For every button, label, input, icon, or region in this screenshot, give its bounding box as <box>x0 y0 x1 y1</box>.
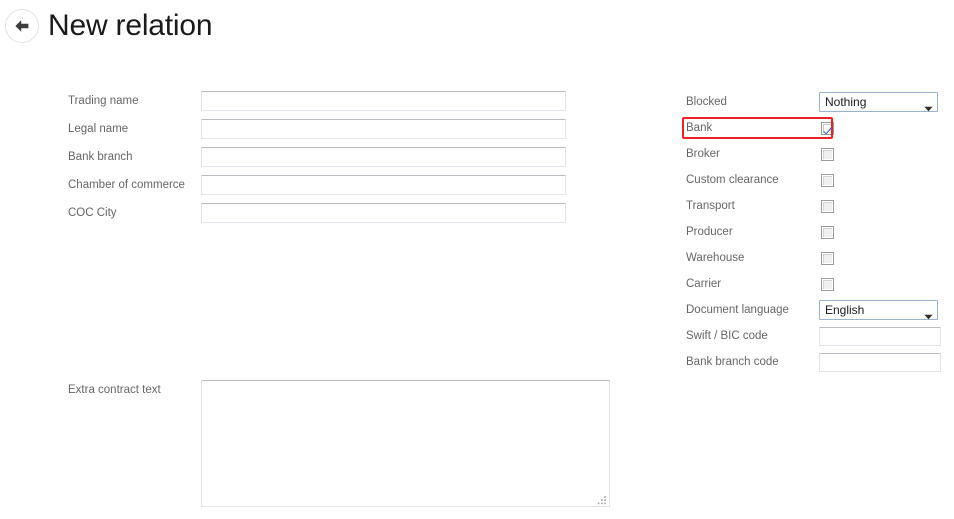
form-row-swift-bic-code: Swift / BIC code <box>686 323 948 349</box>
legal-name-input[interactable] <box>201 119 566 139</box>
label-trading-name: Trading name <box>68 95 139 107</box>
document-language-dropdown[interactable]: English <box>819 300 938 320</box>
broker-checkbox[interactable] <box>821 147 834 161</box>
carrier-checkbox[interactable] <box>821 277 834 291</box>
label-extra-contract-text: Extra contract text <box>68 384 161 396</box>
form-row-bank-branch: Bank branch <box>68 145 568 169</box>
page-header: New relation <box>0 0 954 52</box>
form-row-document-language: Document language English <box>686 297 948 323</box>
label-chamber-of-commerce: Chamber of commerce <box>68 179 185 191</box>
blocked-dropdown-value: Nothing <box>825 95 867 109</box>
label-blocked: Blocked <box>686 96 727 108</box>
label-bank-branch: Bank branch <box>68 151 133 163</box>
label-transport: Transport <box>686 200 735 212</box>
bank-branch-code-input[interactable] <box>819 352 941 372</box>
extra-contract-text-wrapper <box>201 380 610 507</box>
form-row-carrier: Carrier <box>686 271 948 297</box>
label-bank-branch-code: Bank branch code <box>686 356 779 368</box>
form-row-trading-name: Trading name <box>68 89 568 113</box>
blocked-dropdown[interactable]: Nothing <box>819 92 938 112</box>
coc-city-input[interactable] <box>201 203 566 223</box>
form-row-custom-clearance: Custom clearance <box>686 167 948 193</box>
producer-checkbox[interactable] <box>821 225 834 239</box>
page-title: New relation <box>48 9 213 42</box>
trading-name-input[interactable] <box>201 91 566 111</box>
form-row-broker: Broker <box>686 141 948 167</box>
form-row-warehouse: Warehouse <box>686 245 948 271</box>
form-row-bank-branch-code: Bank branch code <box>686 349 948 375</box>
label-broker: Broker <box>686 148 720 160</box>
label-producer: Producer <box>686 226 733 238</box>
label-legal-name: Legal name <box>68 123 129 135</box>
label-document-language: Document language <box>686 304 789 316</box>
arrow-left-icon <box>12 16 32 36</box>
checkmark-icon <box>822 123 833 135</box>
chevron-down-icon <box>924 99 933 112</box>
back-button[interactable] <box>5 9 39 43</box>
swift-bic-code-input[interactable] <box>819 326 941 346</box>
bank-branch-input[interactable] <box>201 147 566 167</box>
extra-contract-text-block: Extra contract text <box>68 380 610 507</box>
chamber-of-commerce-input[interactable] <box>201 175 566 195</box>
form-row-bank: Bank <box>682 115 948 141</box>
document-language-dropdown-value: English <box>825 303 865 317</box>
form-row-chamber-of-commerce: Chamber of commerce <box>68 173 568 197</box>
label-coc-city: COC City <box>68 207 117 219</box>
label-bank: Bank <box>686 122 713 134</box>
chevron-down-icon <box>924 307 933 320</box>
label-custom-clearance: Custom clearance <box>686 174 779 186</box>
extra-contract-text-textarea[interactable] <box>201 380 610 507</box>
label-carrier: Carrier <box>686 278 722 290</box>
form-row-blocked: Blocked Nothing <box>686 89 948 115</box>
form-row-producer: Producer <box>686 219 948 245</box>
custom-clearance-checkbox[interactable] <box>821 173 834 187</box>
label-swift-bic-code: Swift / BIC code <box>686 330 768 342</box>
form-row-legal-name: Legal name <box>68 117 568 141</box>
left-form-column: Trading name Legal name Bank branch Cham… <box>68 89 568 229</box>
transport-checkbox[interactable] <box>821 199 834 213</box>
warehouse-checkbox[interactable] <box>821 251 834 265</box>
right-form-column: Blocked Nothing Bank Broker Custom clear… <box>682 89 948 375</box>
form-row-coc-city: COC City <box>68 201 568 225</box>
label-warehouse: Warehouse <box>686 252 745 264</box>
bank-checkbox[interactable] <box>821 121 834 135</box>
form-row-transport: Transport <box>686 193 948 219</box>
